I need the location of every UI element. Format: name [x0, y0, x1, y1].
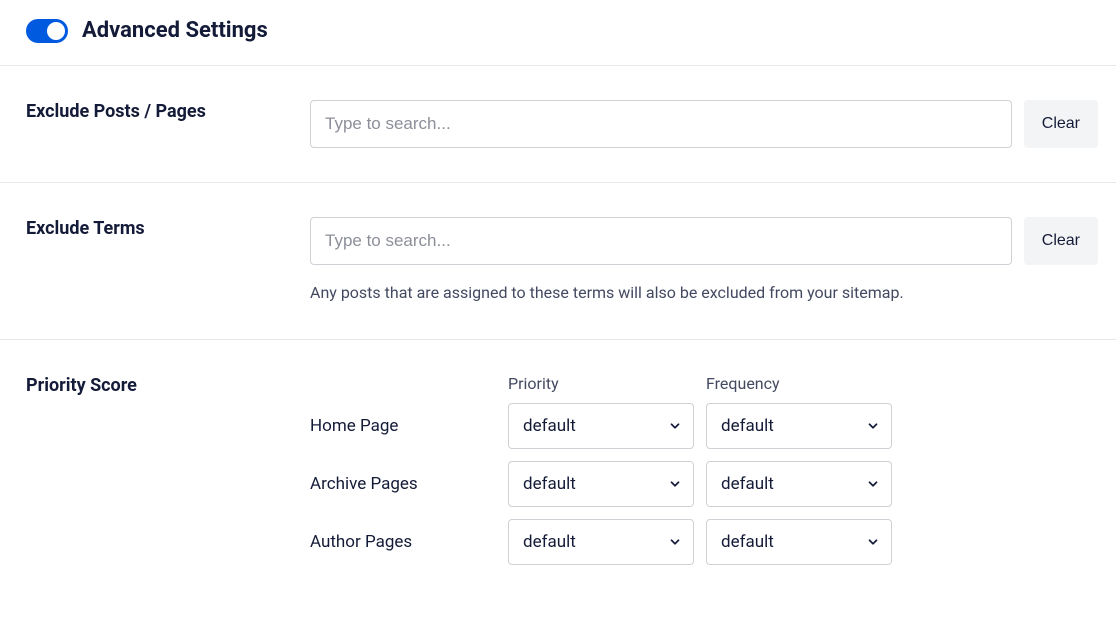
priority-row-home-label: Home Page [310, 416, 508, 436]
exclude-terms-helper: Any posts that are assigned to these ter… [310, 281, 1098, 305]
archive-frequency-select[interactable]: default [706, 461, 892, 507]
author-priority-select[interactable]: default [508, 519, 694, 565]
advanced-settings-header: Advanced Settings [0, 0, 1116, 66]
home-priority-select[interactable]: default [508, 403, 694, 449]
author-frequency-select[interactable]: default [706, 519, 892, 565]
exclude-terms-input[interactable] [310, 217, 1012, 265]
advanced-settings-toggle[interactable] [26, 19, 68, 43]
exclude-posts-section: Exclude Posts / Pages Clear [0, 66, 1116, 183]
priority-row-home: Home Page default default [310, 403, 1098, 449]
priority-row-archive-label: Archive Pages [310, 474, 508, 494]
priority-row-author-label: Author Pages [310, 532, 508, 552]
exclude-terms-label-col: Exclude Terms [26, 217, 310, 305]
toggle-knob [47, 22, 65, 40]
exclude-posts-body: Clear [310, 100, 1098, 148]
exclude-posts-row: Clear [310, 100, 1098, 148]
archive-priority-select-wrap: default [508, 461, 694, 507]
exclude-terms-clear-button[interactable]: Clear [1024, 217, 1098, 265]
priority-score-section: Priority Score Priority Frequency Home P… [0, 340, 1116, 577]
exclude-posts-label: Exclude Posts / Pages [26, 100, 310, 123]
home-frequency-select-wrap: default [706, 403, 892, 449]
priority-score-label: Priority Score [26, 374, 310, 397]
exclude-posts-clear-button[interactable]: Clear [1024, 100, 1098, 148]
author-priority-select-wrap: default [508, 519, 694, 565]
priority-score-body: Priority Frequency Home Page default def… [310, 374, 1098, 577]
priority-row-archive: Archive Pages default default [310, 461, 1098, 507]
home-frequency-select[interactable]: default [706, 403, 892, 449]
author-frequency-select-wrap: default [706, 519, 892, 565]
exclude-terms-section: Exclude Terms Clear Any posts that are a… [0, 183, 1116, 340]
frequency-column-header: Frequency [706, 374, 892, 393]
exclude-posts-input[interactable] [310, 100, 1012, 148]
priority-header-row: Priority Frequency [310, 374, 1098, 393]
priority-score-label-col: Priority Score [26, 374, 310, 577]
home-priority-select-wrap: default [508, 403, 694, 449]
exclude-terms-label: Exclude Terms [26, 217, 310, 240]
priority-column-header: Priority [508, 374, 694, 393]
exclude-posts-label-col: Exclude Posts / Pages [26, 100, 310, 148]
exclude-terms-body: Clear Any posts that are assigned to the… [310, 217, 1098, 305]
priority-row-author: Author Pages default default [310, 519, 1098, 565]
archive-frequency-select-wrap: default [706, 461, 892, 507]
archive-priority-select[interactable]: default [508, 461, 694, 507]
advanced-settings-title: Advanced Settings [82, 18, 268, 43]
priority-header-spacer [310, 374, 508, 393]
exclude-terms-row: Clear [310, 217, 1098, 265]
